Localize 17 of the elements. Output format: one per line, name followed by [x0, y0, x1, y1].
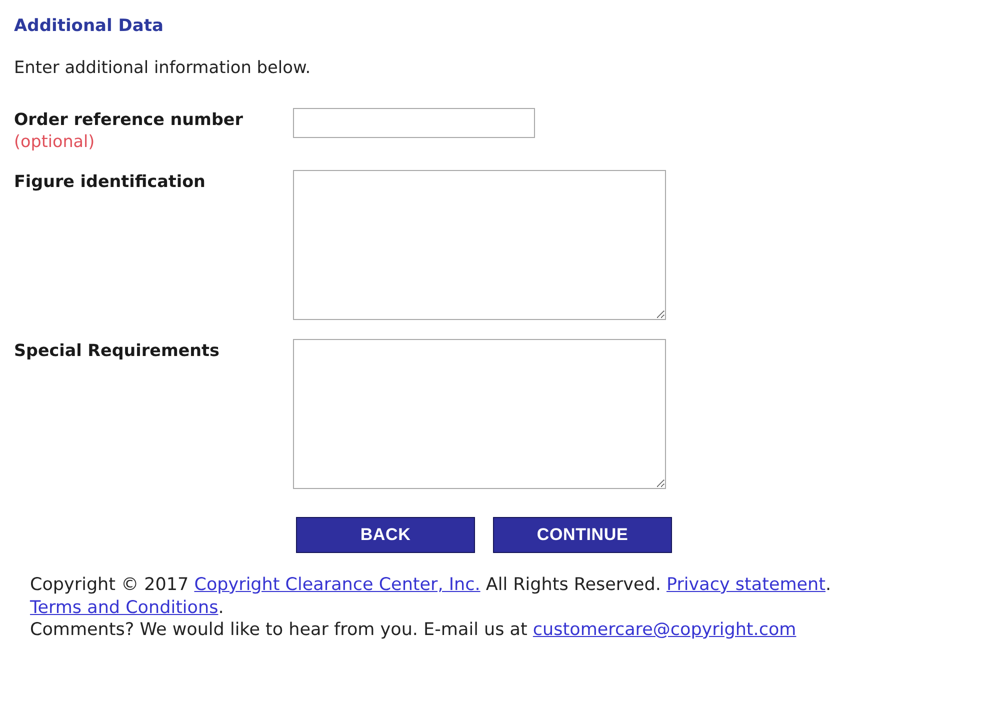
copyright-notice: Copyright © 2017 Copyright Clearance Center, Inc. All Rights Reserved. Privacy statement. Terms and Conditions.	[30, 574, 832, 619]
back-button[interactable]: BACK	[296, 517, 475, 553]
text-area[interactable]	[293, 170, 666, 320]
intro-text: Enter additional information below.	[14, 57, 311, 77]
comments-text: Comments? We would like to hear from you. E-mail us at customercare@copyright.com	[30, 619, 796, 642]
text-link[interactable]: Terms and Conditions	[30, 598, 218, 618]
page-heading: Additional Data	[14, 15, 164, 38]
text-link[interactable]: Copyright Clearance Center, Inc.	[194, 575, 480, 595]
text-link[interactable]: customercare@copyright.com	[532, 620, 796, 640]
text-area[interactable]	[293, 339, 666, 489]
field-label: Order reference number	[14, 109, 243, 129]
field-label: Figure identification	[14, 171, 206, 191]
text-input[interactable]	[293, 108, 535, 138]
continue-button[interactable]: CONTINUE	[493, 517, 672, 553]
text-link[interactable]: Privacy statement	[666, 575, 826, 595]
optional-note: (optional)	[14, 131, 95, 151]
field-label: Special Requirements	[14, 340, 220, 360]
